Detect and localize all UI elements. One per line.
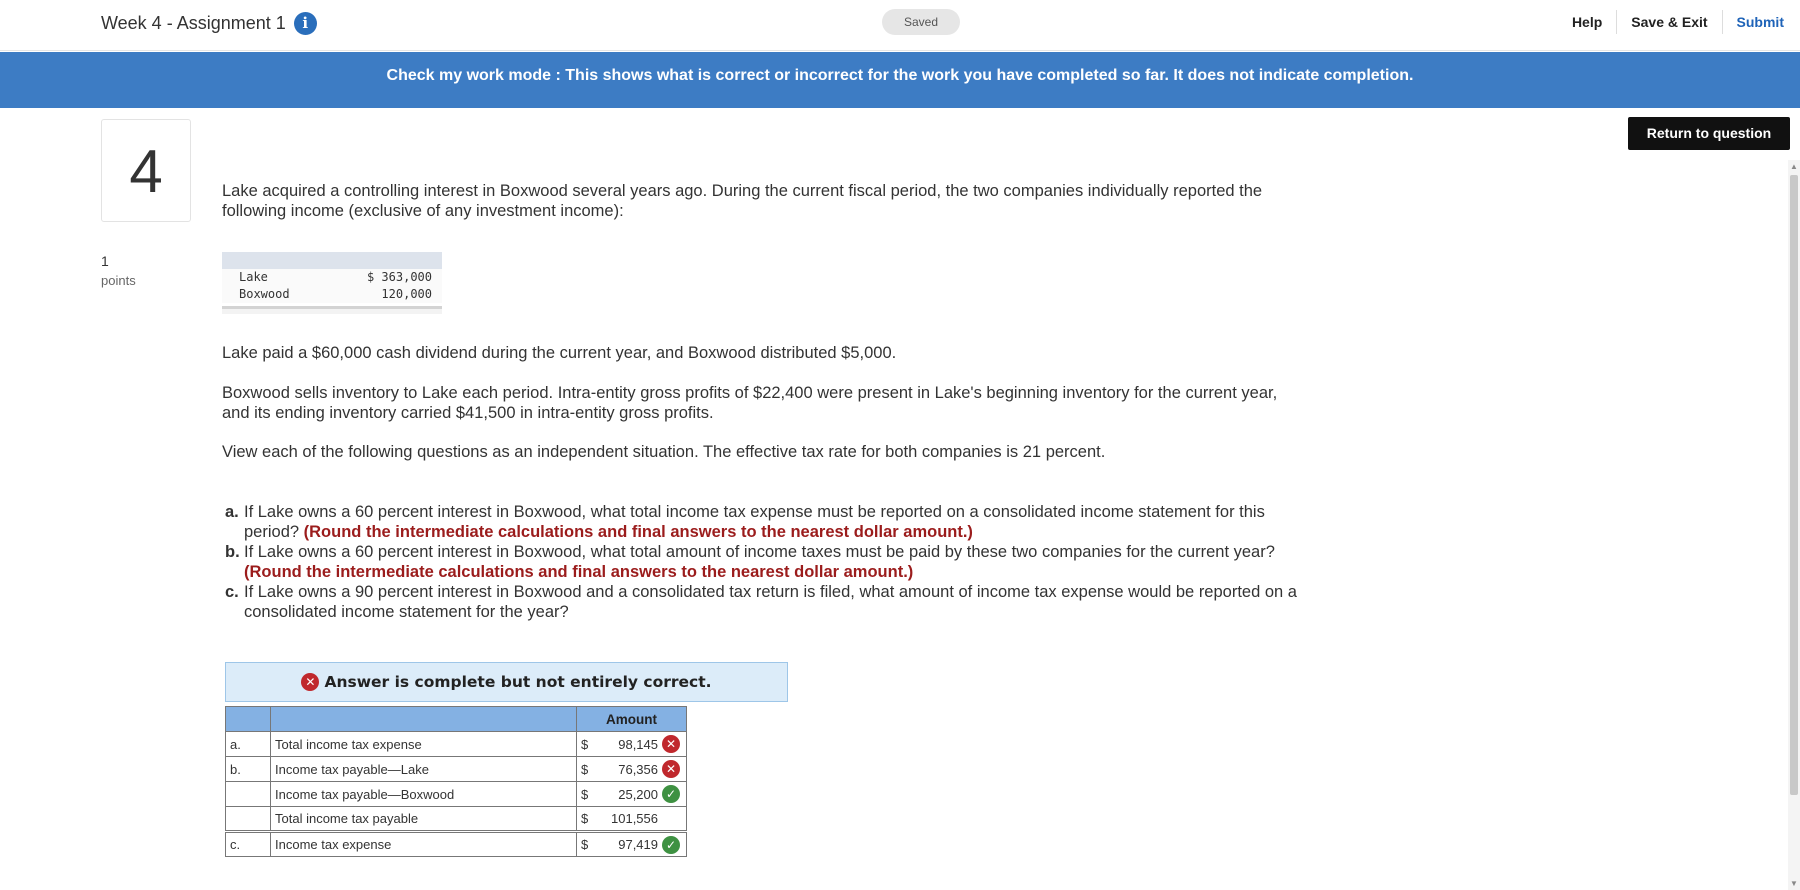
income-company-name: Boxwood	[239, 287, 290, 301]
question-item-b: b. If Lake owns a 60 percent interest in…	[225, 542, 1305, 582]
answer-row-description: Total income tax expense	[270, 731, 577, 757]
inventory-paragraph: Boxwood sells inventory to Lake each per…	[222, 384, 1278, 422]
answer-row-label	[225, 781, 271, 807]
question-number: 4	[101, 119, 191, 222]
answer-amount-input[interactable]: 98,145	[605, 737, 662, 752]
income-company-value: $ 363,000	[366, 270, 432, 284]
answer-row: b. Income tax payable—Lake $ 76,356 ✕	[225, 756, 687, 782]
question-item-label: b.	[225, 543, 240, 561]
question-item-label: a.	[225, 503, 239, 521]
check-circle-icon: ✓	[662, 785, 680, 803]
answer-row-description: Income tax payable—Boxwood	[270, 781, 577, 807]
currency-symbol: $	[581, 837, 589, 852]
question-item-a: a. If Lake owns a 60 percent interest in…	[225, 502, 1305, 542]
question-item-c: c. If Lake owns a 90 percent interest in…	[225, 582, 1305, 622]
answer-amount-input[interactable]: 97,419	[605, 837, 662, 852]
answer-amount-input[interactable]: 25,200	[605, 787, 662, 802]
income-table: Lake $ 363,000 Boxwood 120,000	[222, 252, 442, 314]
currency-symbol: $	[581, 736, 589, 752]
rounding-note: (Round the intermediate calculations and…	[303, 523, 973, 541]
answer-row-description: Total income tax payable	[270, 806, 577, 833]
scrollbar-thumb[interactable]	[1790, 175, 1798, 795]
answer-amount-value: 101,556	[611, 811, 658, 826]
answer-amount-cell[interactable]: $ 97,419 ✓	[576, 831, 687, 857]
question-intro: Lake acquired a controlling interest in …	[222, 182, 1263, 220]
answer-table-header-blank	[225, 706, 271, 732]
answer-table-header-blank	[270, 706, 577, 732]
answer-row: Income tax payable—Boxwood $ 25,200 ✓	[225, 781, 687, 807]
answer-row-total: Total income tax payable $ 101,556	[225, 806, 687, 833]
return-to-question-button[interactable]: Return to question	[1628, 117, 1790, 150]
answer-row-description: Income tax payable—Lake	[270, 756, 577, 782]
currency-symbol: $	[581, 786, 589, 802]
assignment-title: Week 4 - Assignment 1	[101, 13, 286, 33]
currency-symbol: $	[581, 811, 589, 826]
x-circle-icon: ✕	[662, 760, 680, 778]
scroll-up-icon[interactable]: ▲	[1790, 162, 1798, 171]
income-company-value: 120,000	[381, 287, 432, 301]
answer-table: Amount a. Total income tax expense $ 98,…	[225, 706, 687, 857]
answer-row-description: Income tax expense	[270, 831, 577, 857]
answer-amount-cell[interactable]: $ 98,145 ✕	[576, 731, 687, 757]
income-table-footer	[222, 306, 442, 314]
top-actions: Help Save & Exit Submit	[1558, 0, 1800, 44]
answer-row: a. Total income tax expense $ 98,145 ✕	[225, 731, 687, 757]
top-bar: Week 4 - Assignment 1 i Saved Help Save …	[0, 0, 1800, 51]
x-circle-icon: ✕	[301, 673, 320, 691]
points-label: points	[101, 273, 136, 288]
check-work-banner-text: Check my work mode : This shows what is …	[386, 67, 1414, 84]
answer-row-label: a.	[225, 731, 271, 757]
answer-amount-input[interactable]: 76,356	[605, 762, 662, 777]
x-circle-icon: ✕	[662, 735, 680, 753]
answer-row-label: c.	[225, 831, 271, 857]
question-item-text: If Lake owns a 60 percent interest in Bo…	[244, 543, 1275, 561]
answer-status-header: ✕ Answer is complete but not entirely co…	[225, 662, 788, 702]
info-icon[interactable]: i	[293, 12, 317, 35]
answer-row-label	[225, 806, 271, 833]
currency-symbol: $	[581, 761, 589, 777]
check-work-banner: Check my work mode : This shows what is …	[0, 52, 1800, 108]
scroll-down-icon[interactable]: ▼	[1790, 879, 1798, 888]
answer-amount-cell: $ 101,556	[576, 806, 687, 833]
tax-rate-paragraph: View each of the following questions as …	[222, 443, 1106, 461]
saved-status-badge: Saved	[882, 9, 960, 35]
dividend-paragraph: Lake paid a $60,000 cash dividend during…	[222, 344, 897, 362]
answer-amount-cell[interactable]: $ 25,200 ✓	[576, 781, 687, 807]
income-table-row: Lake $ 363,000	[222, 269, 442, 286]
scrollbar[interactable]: ▲ ▼	[1788, 160, 1800, 890]
check-circle-icon: ✓	[662, 835, 680, 854]
income-table-row: Boxwood 120,000	[222, 286, 442, 303]
points-value: 1	[101, 253, 109, 269]
answer-table-header-row: Amount	[225, 706, 687, 732]
assignment-title-group: Week 4 - Assignment 1 i	[101, 12, 317, 35]
answer-amount-cell[interactable]: $ 76,356 ✕	[576, 756, 687, 782]
amount-column-header: Amount	[576, 706, 687, 732]
answer-row-label: b.	[225, 756, 271, 782]
help-button[interactable]: Help	[1558, 10, 1616, 34]
question-item-label: c.	[225, 583, 239, 601]
answer-status-text: Answer is complete but not entirely corr…	[324, 673, 712, 691]
answer-row: c. Income tax expense $ 97,419 ✓	[225, 831, 687, 857]
save-exit-button[interactable]: Save & Exit	[1616, 10, 1721, 34]
income-table-header	[222, 252, 442, 269]
question-list: a. If Lake owns a 60 percent interest in…	[225, 502, 1305, 622]
submit-button[interactable]: Submit	[1721, 10, 1800, 34]
rounding-note: (Round the intermediate calculations and…	[244, 563, 914, 581]
question-item-text: If Lake owns a 90 percent interest in Bo…	[244, 583, 1297, 621]
income-company-name: Lake	[239, 270, 268, 284]
